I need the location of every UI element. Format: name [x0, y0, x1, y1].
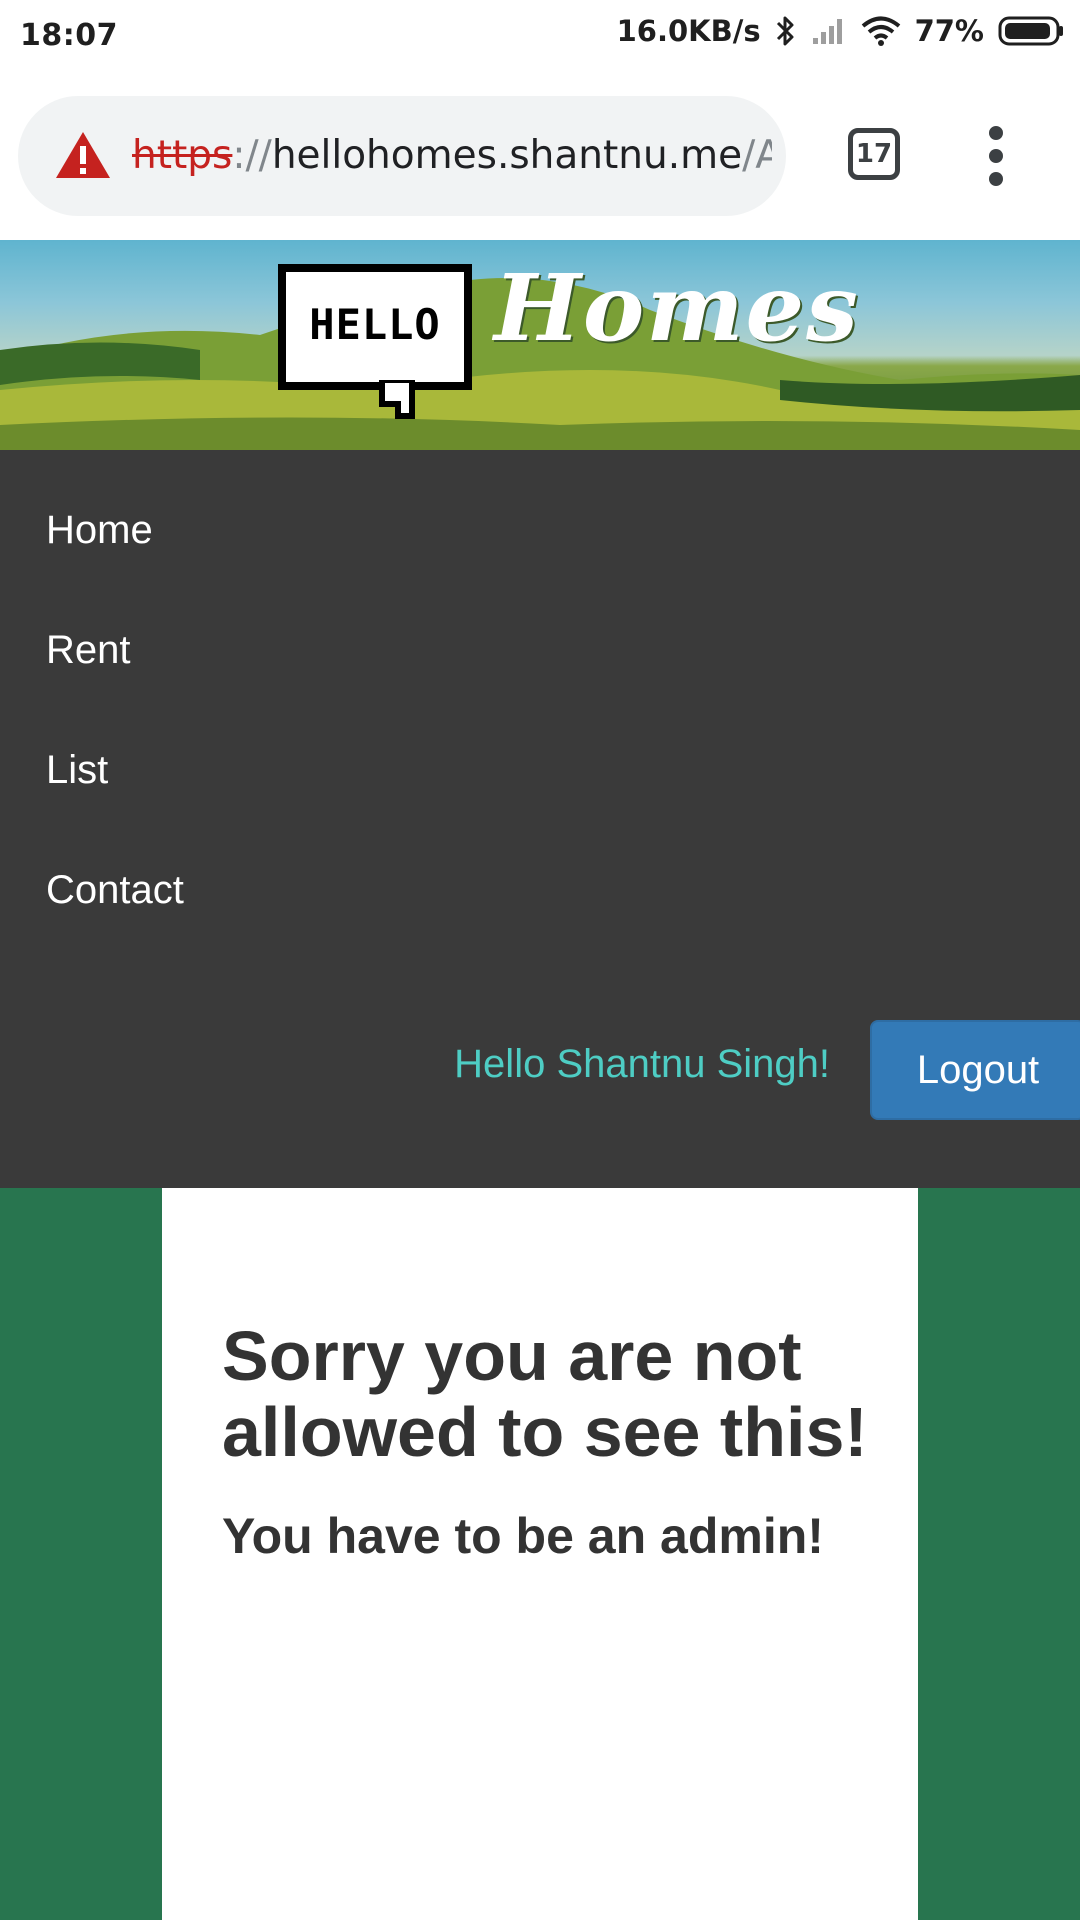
more-vert-icon[interactable] [980, 126, 1012, 186]
logout-button[interactable]: Logout [870, 1020, 1080, 1120]
tab-switcher-button[interactable]: 17 [848, 128, 900, 180]
url-separator: :// [232, 133, 272, 178]
error-heading: Sorry you are not allowed to see this! [222, 1317, 868, 1471]
nav-item-list[interactable]: List [46, 740, 108, 800]
nav-item-contact[interactable]: Contact [46, 860, 184, 920]
error-subheading: You have to be an admin! [222, 1508, 824, 1564]
url-scheme: https [132, 133, 233, 178]
battery-icon [998, 15, 1064, 47]
nav-item-rent[interactable]: Rent [46, 620, 131, 680]
warning-icon[interactable] [54, 130, 112, 185]
status-indicators: 16.0KB/s 77% [617, 14, 1064, 48]
status-bar: 18:07 16.0KB/s 77% [0, 0, 1080, 74]
page: 18:07 16.0KB/s 77% https://hellohomes.sh… [0, 0, 1080, 1920]
bluetooth-icon [775, 14, 797, 48]
cell-signal-icon [811, 16, 847, 46]
network-speed: 16.0KB/s [616, 14, 761, 48]
logo-bubble-text: HELLO [309, 300, 441, 349]
url-path: /Ad [742, 133, 772, 178]
status-time: 18:07 [20, 18, 118, 53]
url-text[interactable]: https://hellohomes.shantnu.me/Ad [132, 126, 772, 186]
url-host: hellohomes.shantnu.me [271, 133, 743, 178]
content-card: Sorry you are not allowed to see this! Y… [162, 1188, 918, 1920]
content-area: Sorry you are not allowed to see this! Y… [0, 1188, 1080, 1920]
logo-bubble-tail [379, 380, 415, 419]
battery-percent: 77% [914, 14, 984, 48]
main-nav: Home Rent List Contact Hello Shantnu Sin… [0, 450, 1080, 1188]
nav-item-home[interactable]: Home [46, 500, 153, 560]
browser-toolbar: https://hellohomes.shantnu.me/Ad 17 [0, 74, 1080, 240]
logo-word[interactable]: Homes [494, 254, 860, 362]
logo-speech-bubble[interactable]: HELLO [278, 264, 472, 390]
wifi-icon [861, 15, 901, 47]
user-greeting: Hello Shantnu Singh! [454, 1042, 830, 1086]
address-bar[interactable]: https://hellohomes.shantnu.me/Ad [18, 96, 786, 216]
